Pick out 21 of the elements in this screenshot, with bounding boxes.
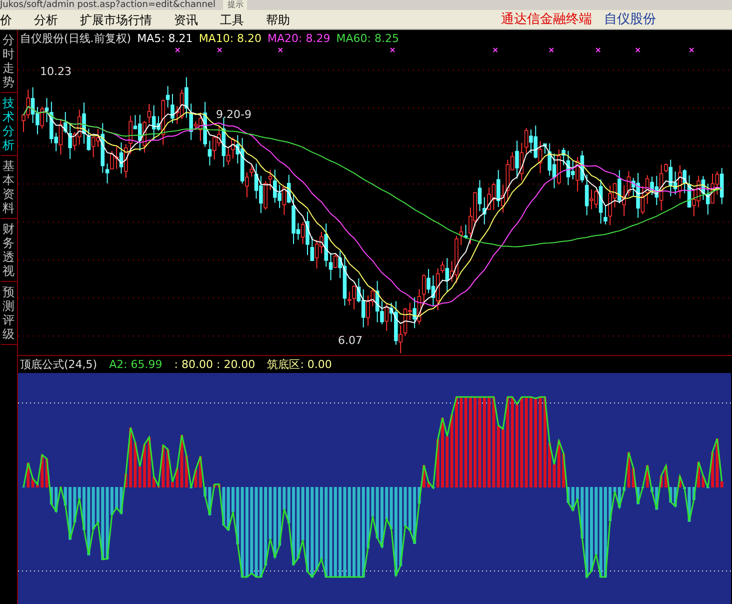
price-label: 10.23	[40, 65, 72, 78]
menu-item[interactable]: 工具	[220, 10, 244, 28]
legend-text: MA20: 8.29	[268, 31, 330, 47]
stock-title: 自仪股份	[604, 10, 656, 29]
hint-button[interactable]: 提示	[223, 0, 248, 10]
menu-item[interactable]: 扩展市场行情	[80, 10, 152, 28]
legend-text: MA5: 8.21	[137, 31, 193, 47]
legend-text: 自仪股份(日线.前复权)	[20, 31, 132, 47]
legend-text: 筑底区: 0.00	[267, 358, 332, 371]
legend-text: MA10: 8.20	[198, 31, 262, 47]
menu-item[interactable]: 价	[0, 10, 12, 28]
price-label: 6.07	[338, 334, 362, 347]
menu-item[interactable]: 帮助	[266, 10, 290, 28]
legend-text: MA60: 8.25	[336, 31, 399, 47]
legend-text: : 80.00 : 20.00	[174, 358, 256, 371]
price-label: 9.20-9	[216, 108, 252, 121]
menu-item[interactable]: 资讯	[174, 10, 198, 28]
legend-text: A2: 65.99	[109, 358, 162, 371]
legend-text: 顶底公式(24,5)	[20, 358, 98, 371]
app-title: 通达信金融终端	[501, 10, 592, 29]
menu-item[interactable]: 分析	[34, 10, 58, 28]
